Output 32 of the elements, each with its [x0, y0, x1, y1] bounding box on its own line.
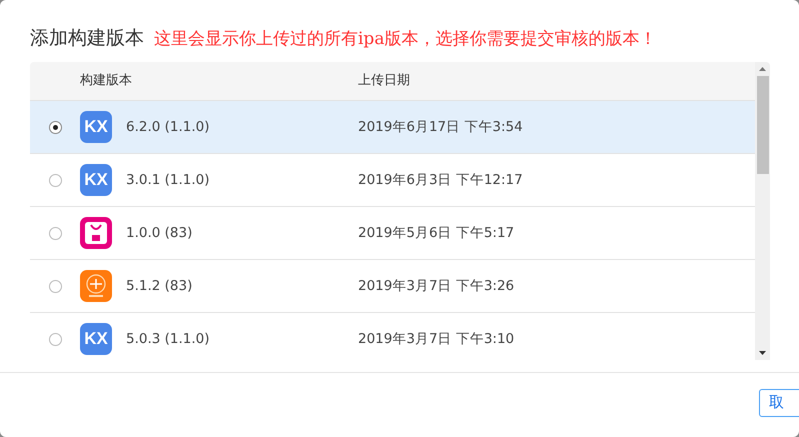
table-row[interactable]: KX 5.0.3 (1.1.0) 2019年3月7日 下午3:10 — [30, 313, 755, 360]
date-text: 2019年6月17日 下午3:54 — [358, 118, 523, 137]
version-text: 3.0.1 (1.1.0) — [126, 170, 210, 190]
radio-button[interactable] — [48, 226, 62, 240]
table-row[interactable]: 5.1.2 (83) 2019年3月7日 下午3:26 — [30, 260, 755, 313]
shopping-bag-icon — [80, 217, 112, 249]
scrollbar[interactable] — [755, 62, 770, 360]
version-text: 5.0.3 (1.1.0) — [126, 330, 210, 349]
version-text: 1.0.0 (83) — [126, 224, 192, 243]
table-row[interactable]: 1.0.0 (83) 2019年5月6日 下午5:17 — [30, 207, 755, 260]
scrollbar-thumb[interactable] — [756, 76, 768, 174]
annotation-note: 这里会显示你上传过的所有ipa版本，选择你需要提交审核的版本！ — [154, 28, 656, 51]
table-row[interactable]: KX 6.2.0 (1.1.0) 2019年6月17日 下午3:54 — [30, 101, 755, 154]
column-header: 构建版本 — [80, 72, 133, 90]
date-text: 2019年3月7日 下午3:26 — [358, 276, 514, 296]
table-row[interactable]: KX 3.0.1 (1.1.0) 2019年6月3日 下午12:17 — [30, 154, 755, 207]
radio-button[interactable] — [48, 332, 62, 346]
date-text: 2019年6月3日 下午12:17 — [358, 170, 523, 190]
column-header: 上传日期 — [358, 72, 410, 90]
dialog-title: 添加构建版本 — [30, 26, 144, 51]
version-text: 5.1.2 (83) — [126, 276, 192, 296]
radio-button[interactable] — [48, 174, 62, 186]
radio-button[interactable] — [48, 120, 62, 134]
app-icon: KX — [80, 111, 112, 143]
date-text: 2019年5月6日 下午5:17 — [358, 224, 514, 243]
app-icon: KX — [80, 323, 112, 355]
app-icon: KX — [80, 164, 112, 196]
version-text: 6.2.0 (1.1.0) — [126, 118, 210, 137]
date-text: 2019年3月7日 下午3:10 — [358, 330, 514, 349]
emblem-icon — [80, 270, 112, 302]
cancel-button[interactable]: 取 — [759, 388, 799, 416]
radio-button[interactable] — [48, 280, 62, 292]
